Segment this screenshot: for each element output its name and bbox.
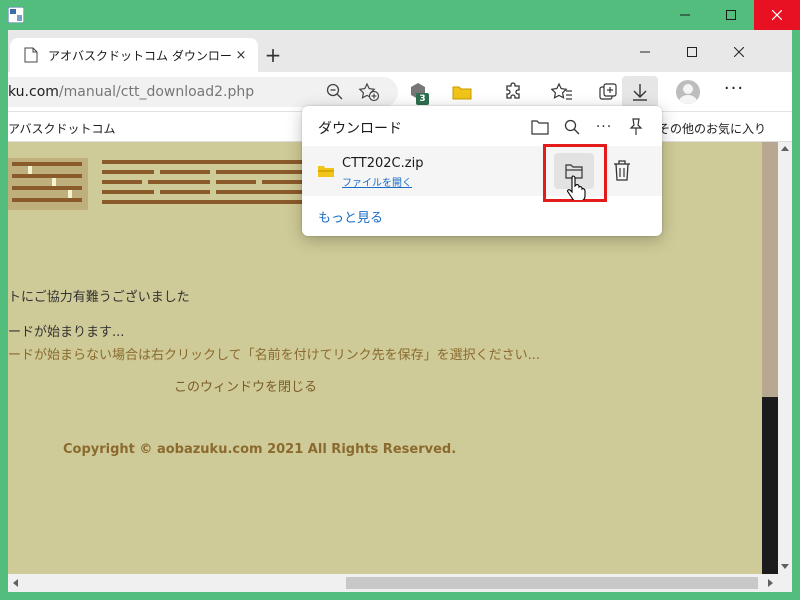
search-icon — [564, 119, 580, 135]
folder-icon — [318, 166, 334, 177]
other-favorites[interactable]: その他のお気に入り — [658, 120, 766, 137]
horizontal-scrollbar[interactable] — [8, 574, 778, 592]
download-filename: CTT202C.zip — [342, 156, 424, 171]
maximize-icon — [687, 47, 697, 57]
open-file-link[interactable]: ファイルを開く — [342, 174, 412, 189]
address-bar[interactable]: ku.com/manual/ctt_download2.php — [8, 77, 398, 107]
close-icon — [772, 10, 782, 20]
window-close-button[interactable] — [754, 0, 800, 30]
browser-minimize-button[interactable] — [622, 38, 668, 66]
collections-icon — [599, 83, 617, 100]
tab-close-button[interactable]: × — [232, 48, 250, 63]
tab-title: アオバスクドットコム ダウンロード有難 — [48, 48, 232, 63]
favorite-item[interactable]: アバスクドットコム — [8, 120, 116, 137]
app-icon — [8, 7, 24, 23]
scroll-down-icon[interactable] — [781, 564, 789, 570]
browser-maximize-button[interactable] — [669, 38, 715, 66]
favorites-icon — [551, 82, 572, 100]
maximize-icon — [726, 10, 736, 20]
address-url[interactable]: ku.com/manual/ctt_download2.php — [8, 84, 254, 100]
thanks-text: トにご協力有難うございました — [8, 290, 190, 305]
collections-folder-button[interactable] — [450, 80, 474, 104]
scrollbar-thumb[interactable] — [346, 577, 758, 589]
window-minimize-button[interactable] — [662, 0, 708, 30]
pin-icon — [629, 118, 643, 135]
collections-button[interactable] — [596, 80, 620, 104]
scrollbar-corner — [778, 574, 792, 592]
favorites-button[interactable] — [550, 80, 574, 104]
minimize-icon — [680, 14, 690, 16]
scroll-right-icon[interactable] — [768, 579, 774, 587]
page-icon — [24, 47, 38, 63]
search-downloads-button[interactable] — [562, 117, 582, 137]
profile-icon[interactable] — [676, 80, 700, 104]
open-downloads-folder-button[interactable] — [530, 117, 550, 137]
download-item[interactable]: CTT202C.zip ファイルを開く — [302, 144, 662, 202]
scroll-up-icon[interactable] — [781, 145, 789, 151]
address-domain: ku.com — [8, 84, 59, 100]
settings-more-button[interactable]: ··· — [722, 80, 746, 104]
browser-tab[interactable]: アオバスクドットコム ダウンロード有難 × — [10, 38, 258, 72]
page-edge-image — [762, 142, 778, 574]
downloads-more-button[interactable]: ··· — [594, 117, 614, 137]
download-hint-link[interactable]: ードが始まらない場合は右クリックして「名前を付けてリンク先を保存」を選択ください… — [8, 344, 540, 363]
extension-button[interactable]: 3 — [406, 80, 430, 105]
minimize-icon — [640, 51, 650, 53]
hand-cursor-icon — [567, 175, 586, 200]
collections-folder-icon — [452, 86, 472, 100]
download-icon — [633, 84, 647, 101]
downloads-title: ダウンロード — [318, 121, 402, 137]
downloads-panel: ダウンロード ··· CTT202C.zip ファイルを開く もっと見る — [302, 106, 662, 236]
trash-icon[interactable] — [612, 159, 632, 183]
vertical-scrollbar[interactable] — [778, 142, 792, 574]
window-titlebar[interactable] — [0, 0, 800, 30]
extensions-button[interactable] — [502, 80, 526, 104]
browser-window: アオバスクドットコム ダウンロード有難 × + ku.com/manual/ct… — [8, 30, 792, 592]
close-icon — [734, 47, 744, 57]
see-more-link[interactable]: もっと見る — [318, 207, 383, 226]
browser-close-button[interactable] — [716, 38, 762, 66]
tab-strip: アオバスクドットコム ダウンロード有難 × + — [8, 30, 792, 72]
extension-badge: 3 — [416, 93, 429, 105]
window-maximize-button[interactable] — [708, 0, 754, 30]
add-favorite-icon[interactable] — [358, 82, 380, 102]
pin-button[interactable] — [626, 117, 646, 137]
address-path: /manual/ctt_download2.php — [58, 84, 255, 100]
copyright-text: Copyright © aobazuku.com 2021 All Rights… — [63, 442, 457, 457]
new-tab-button[interactable]: + — [260, 42, 286, 68]
open-folder-icon — [531, 120, 549, 135]
downloads-button[interactable] — [622, 76, 658, 108]
site-logo — [8, 158, 302, 210]
download-start-text: ードが始まります... — [8, 325, 125, 340]
zoom-out-icon[interactable] — [326, 83, 344, 101]
puzzle-icon — [506, 82, 520, 99]
close-window-link[interactable]: このウィンドウを閉じる — [174, 376, 317, 395]
scroll-left-icon[interactable] — [12, 579, 18, 587]
